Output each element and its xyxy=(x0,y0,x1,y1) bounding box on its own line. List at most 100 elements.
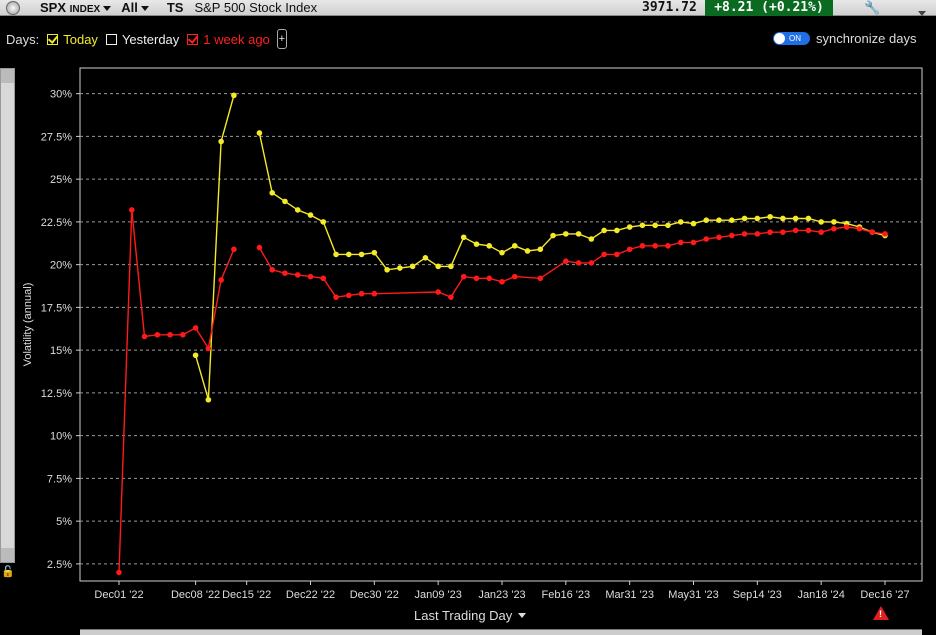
data-point-today xyxy=(460,234,467,241)
data-point-1-week-ago xyxy=(716,234,722,241)
data-point-today xyxy=(218,138,224,145)
data-point-today xyxy=(358,251,365,258)
yesterday-label: Yesterday xyxy=(121,31,180,47)
days-label: Days: xyxy=(6,31,40,47)
data-point-today xyxy=(677,219,684,225)
x-tick-label: Mar31 '23 xyxy=(605,589,654,601)
chevron-down-icon[interactable] xyxy=(140,6,149,12)
data-point-today xyxy=(294,207,301,213)
today-label: Today xyxy=(63,31,98,47)
plot-frame xyxy=(79,67,923,582)
y-tick-label: 12.5% xyxy=(41,388,72,400)
window-menu-dropdown[interactable] xyxy=(915,5,926,20)
data-point-1-week-ago xyxy=(499,278,505,285)
data-point-1-week-ago xyxy=(256,244,263,251)
synchronize-label: synchronize days xyxy=(816,31,917,46)
data-point-today xyxy=(409,263,416,270)
data-point-1-week-ago xyxy=(677,239,684,246)
data-point-today xyxy=(397,265,403,271)
y-tick-label: 20% xyxy=(50,260,72,272)
synchronize-toggle[interactable]: ON xyxy=(773,32,810,45)
x-tick-label: Dec08 '22 xyxy=(171,589,220,601)
week-ago-checkbox[interactable]: 1 week ago xyxy=(187,32,270,47)
x-axis-ticks: Dec01 '22 Dec08 '22 Dec15 '22 Dec22 '22 Dec3… xyxy=(94,581,910,601)
data-point-1-week-ago xyxy=(320,275,327,282)
data-point-today xyxy=(716,217,722,223)
series-line-today xyxy=(258,132,886,271)
checkbox-unchecked-icon[interactable] xyxy=(105,33,117,45)
price-change-badge: +8.21 (+0.21%) xyxy=(705,0,833,16)
data-point-today xyxy=(780,215,786,222)
window-header: SPX INDEX All TS S&P 500 Stock Index 397… xyxy=(0,0,936,17)
data-point-1-week-ago xyxy=(690,239,697,246)
data-point-1-week-ago xyxy=(767,229,773,235)
data-point-1-week-ago xyxy=(371,290,378,297)
volatility-chart: 2.5% 5% 7.5% 10% 12.5% 15% 17.5% 20% 22.5% 25% 27.… xyxy=(22,67,923,601)
filter-selector[interactable]: All xyxy=(121,0,149,15)
data-point-1-week-ago xyxy=(128,207,135,213)
chevron-down-icon[interactable] xyxy=(518,613,527,618)
data-point-today xyxy=(320,219,327,225)
warning-icon[interactable]: ! xyxy=(873,606,889,620)
data-point-1-week-ago xyxy=(511,273,518,280)
data-point-1-week-ago xyxy=(167,331,173,338)
data-point-1-week-ago xyxy=(805,227,812,234)
x-tick-label: Dec16 '27 xyxy=(860,589,909,601)
series-line-1-week-ago xyxy=(258,226,886,298)
y-tick-label: 15% xyxy=(50,345,72,357)
data-point-1-week-ago xyxy=(537,275,544,282)
x-tick-label: Jan09 '23 xyxy=(414,589,461,601)
chart-grid xyxy=(79,67,923,582)
y-tick-label: 17.5% xyxy=(41,302,72,314)
x-tick-label: Dec01 '22 xyxy=(94,589,143,601)
y-tick-label: 30% xyxy=(50,89,72,101)
chevron-down-icon[interactable] xyxy=(918,11,926,17)
data-point-today xyxy=(473,241,480,247)
data-point-1-week-ago xyxy=(588,260,595,266)
y-tick-label: 5% xyxy=(56,516,72,528)
data-point-today xyxy=(486,243,493,249)
instrument-name: S&P 500 Stock Index xyxy=(194,0,318,15)
data-point-1-week-ago xyxy=(831,225,837,232)
data-point-today xyxy=(754,215,761,222)
checkbox-checked-icon[interactable] xyxy=(47,33,59,45)
symbol-selector[interactable]: SPX INDEX xyxy=(40,0,112,15)
y-tick-label: 25% xyxy=(50,174,72,186)
data-point-today xyxy=(346,251,352,258)
data-point-today xyxy=(192,352,199,359)
data-point-today xyxy=(831,219,837,225)
data-point-1-week-ago xyxy=(754,231,761,237)
data-point-1-week-ago xyxy=(180,331,186,338)
add-day-button[interactable]: + xyxy=(276,29,287,49)
data-point-1-week-ago xyxy=(486,275,493,282)
today-checkbox[interactable]: Today xyxy=(47,32,98,47)
data-point-1-week-ago xyxy=(218,277,224,283)
data-point-today xyxy=(256,130,263,136)
checkbox-checked-icon[interactable] xyxy=(187,33,199,45)
data-point-1-week-ago xyxy=(780,229,786,235)
horizontal-scrollbar[interactable] xyxy=(80,629,922,635)
data-point-1-week-ago xyxy=(282,270,288,276)
data-point-today xyxy=(333,251,339,258)
data-point-1-week-ago xyxy=(307,273,314,280)
data-point-1-week-ago xyxy=(792,227,799,234)
chevron-down-icon[interactable] xyxy=(103,6,112,12)
y-tick-label: 22.5% xyxy=(41,217,72,229)
data-point-1-week-ago xyxy=(703,236,710,242)
data-point-1-week-ago xyxy=(192,325,199,331)
data-point-1-week-ago xyxy=(473,275,480,282)
x-tick-label: Jan23 '23 xyxy=(478,589,525,601)
wrench-icon[interactable]: 🔧 xyxy=(864,0,880,16)
data-point-today xyxy=(741,215,748,222)
yesterday-checkbox[interactable]: Yesterday xyxy=(105,31,180,47)
data-point-today xyxy=(703,217,710,223)
data-point-1-week-ago xyxy=(639,243,646,249)
app-logo-icon[interactable] xyxy=(6,0,20,15)
data-point-1-week-ago xyxy=(652,243,658,249)
data-point-1-week-ago xyxy=(843,224,850,230)
data-point-1-week-ago xyxy=(856,225,863,232)
x-axis-selector[interactable]: Last Trading Day xyxy=(414,608,527,623)
y-axis-label: Volatility (annual) xyxy=(22,283,34,367)
days-selector-row: Days: Today Yesterday 1 week ago + ON sy… xyxy=(0,28,936,50)
data-point-1-week-ago xyxy=(358,290,365,297)
